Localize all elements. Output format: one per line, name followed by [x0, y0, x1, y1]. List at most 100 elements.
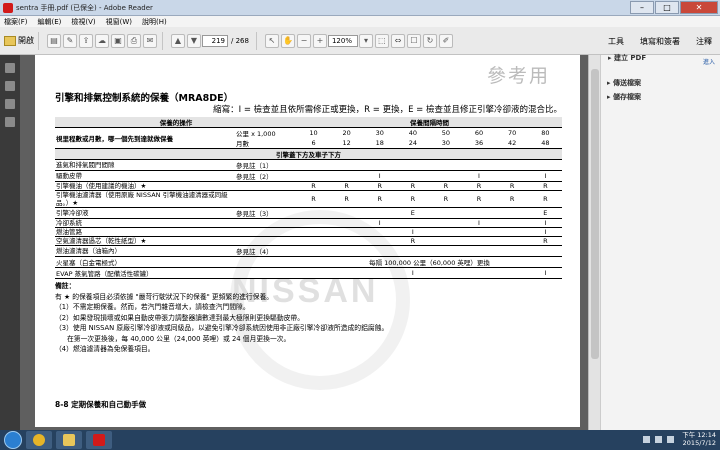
row-cell: [495, 227, 529, 237]
row-cell: [429, 159, 463, 171]
row-cell: [363, 227, 397, 237]
folder-icon: [4, 35, 16, 46]
rotate-icon[interactable]: ↻: [422, 33, 437, 48]
row-cell: I: [462, 170, 496, 182]
pdf-page: 參考用 引擎和排氣控制系統的保養（MRA8DE） 縮寫：I = 檢查並且依所需修…: [35, 55, 580, 427]
signature-icon[interactable]: [5, 117, 15, 127]
row-cell: E: [396, 207, 430, 219]
row-cell: R: [528, 181, 562, 191]
note-line: （1）不需定期保養。然而，若汽門雜音增大，請檢查汽門間隙。: [55, 303, 250, 311]
row-note: 參見註（3）: [235, 207, 297, 219]
save-icon[interactable]: ▣: [111, 33, 125, 48]
bookmarks-icon[interactable]: [5, 81, 15, 91]
cloud-icon[interactable]: ☁: [95, 33, 109, 48]
read-mode-icon[interactable]: ☐: [406, 33, 421, 48]
row-cell: [396, 170, 430, 182]
maximize-button[interactable]: □: [655, 1, 679, 14]
explorer-taskbar-icon[interactable]: [56, 431, 82, 449]
comment-icon[interactable]: ✐: [438, 33, 453, 48]
share-icon[interactable]: ⇪: [79, 33, 93, 48]
row-cell: [297, 227, 331, 237]
row-cell: R: [429, 181, 463, 191]
zoom-in-icon[interactable]: +: [312, 33, 327, 48]
zoom-level-select[interactable]: 120%: [327, 34, 358, 47]
row-cell: R: [363, 181, 397, 191]
row-cell: R: [528, 236, 562, 246]
create-pdf-icon[interactable]: ▤: [47, 33, 61, 48]
send-files-item[interactable]: ▸ 傳送檔案: [607, 78, 641, 88]
network-icon[interactable]: [643, 436, 650, 443]
fit-page-icon[interactable]: ⬚: [374, 33, 389, 48]
row-note: [235, 218, 297, 228]
close-button[interactable]: ✕: [680, 1, 718, 14]
menu-window[interactable]: 視窗(W): [106, 17, 132, 27]
row-cell: [297, 170, 331, 182]
row-label: 引擎冷卻液: [55, 207, 235, 219]
select-cursor-icon[interactable]: ↖: [264, 33, 279, 48]
row-cell: R: [462, 181, 496, 191]
fit-width-icon[interactable]: ⇔: [390, 33, 405, 48]
print-icon[interactable]: ⎙: [127, 33, 141, 48]
page-number-input[interactable]: 219: [202, 34, 228, 47]
row-note: [235, 190, 297, 208]
table-row: 驅動皮帶 參見註（2） I I I: [55, 170, 562, 182]
row-cell: R: [363, 190, 397, 208]
row-cell: [330, 207, 364, 219]
abbreviation-legend: 縮寫：I = 檢查並且依所需修正或更換，R = 更換，E = 檢查並且修正引擎冷…: [213, 105, 562, 115]
row-cell: [495, 218, 529, 228]
row-cell: R: [330, 190, 364, 208]
table-row: 空氣濾清器過芯（乾性紙型）★ R R: [55, 236, 562, 246]
tab-comment[interactable]: 注釋: [696, 36, 712, 47]
store-files-item[interactable]: ▸ 儲存檔案: [607, 92, 641, 102]
note-line: （2）如果發現損壞或如果自動皮帶張力調整器讀數達到最大極限則更換驅動皮帶。: [55, 313, 305, 322]
row-cell: [330, 236, 364, 246]
scroll-thumb[interactable]: [591, 69, 599, 359]
chrome-taskbar-icon[interactable]: [26, 431, 52, 449]
create-pdf-item[interactable]: ▸ 建立 PDF: [608, 53, 646, 63]
clock[interactable]: 下午 12:14 2015/7/12: [682, 431, 716, 447]
hand-tool-icon[interactable]: ✋: [280, 33, 295, 48]
row-cell: [330, 227, 364, 237]
row-cell: [429, 218, 463, 228]
edit-icon[interactable]: ✎: [63, 33, 77, 48]
table-row: 引擎機油濾清器（使用原廠 NISSAN 引擎機油濾清器或同級品。）★ R R R R R R…: [55, 190, 562, 208]
attachments-icon[interactable]: [5, 99, 15, 109]
row-label: 進氣和排氣閥門間隙: [55, 159, 235, 171]
chevron-down-icon[interactable]: ▾: [358, 33, 373, 48]
notes-title: 備註：: [55, 282, 76, 290]
prev-page-icon[interactable]: ▲: [171, 33, 185, 48]
menu-view[interactable]: 檢視(V): [71, 17, 95, 27]
table-row: 燃油管路 I I: [55, 227, 562, 237]
row-cell: [297, 159, 331, 171]
tab-tools[interactable]: 工具: [608, 36, 624, 47]
next-page-icon[interactable]: ▼: [187, 33, 201, 48]
vertical-scrollbar[interactable]: [588, 55, 600, 430]
tab-fill-sign[interactable]: 填寫和簽署: [640, 36, 680, 47]
zoom-out-icon[interactable]: −: [296, 33, 311, 48]
menu-help[interactable]: 說明(H): [142, 17, 167, 27]
advanced-link[interactable]: 進入: [703, 57, 715, 66]
row-note: 參見註（2）: [235, 170, 297, 182]
row-note: 參見註（4）: [235, 245, 297, 257]
right-tabs: 工具 填寫和簽署 注釋: [600, 27, 720, 55]
acrobat-taskbar-icon[interactable]: [86, 431, 112, 449]
row-cell: [363, 207, 397, 219]
flag-icon[interactable]: [667, 436, 674, 443]
row-label: 冷卻系統: [55, 218, 235, 228]
row-cell: [396, 218, 430, 228]
row-cell: [330, 159, 364, 171]
row-cell: [462, 236, 496, 246]
volume-icon[interactable]: [655, 436, 662, 443]
title-bar: sentra 手冊.pdf (已保全) - Adobe Reader – □ ✕: [0, 0, 720, 16]
menu-edit[interactable]: 編輯(E): [38, 17, 62, 27]
row-cell: [495, 159, 529, 171]
start-button[interactable]: [4, 431, 22, 449]
minimize-button[interactable]: –: [630, 1, 654, 14]
row-cell: [462, 159, 496, 171]
email-icon[interactable]: ✉: [143, 33, 157, 48]
menu-file[interactable]: 檔案(F): [4, 17, 28, 27]
row-cell: [462, 227, 496, 237]
unit-month: 月數: [235, 138, 297, 149]
page-thumbnails-icon[interactable]: [5, 63, 15, 73]
open-button[interactable]: 開啟: [4, 35, 34, 46]
